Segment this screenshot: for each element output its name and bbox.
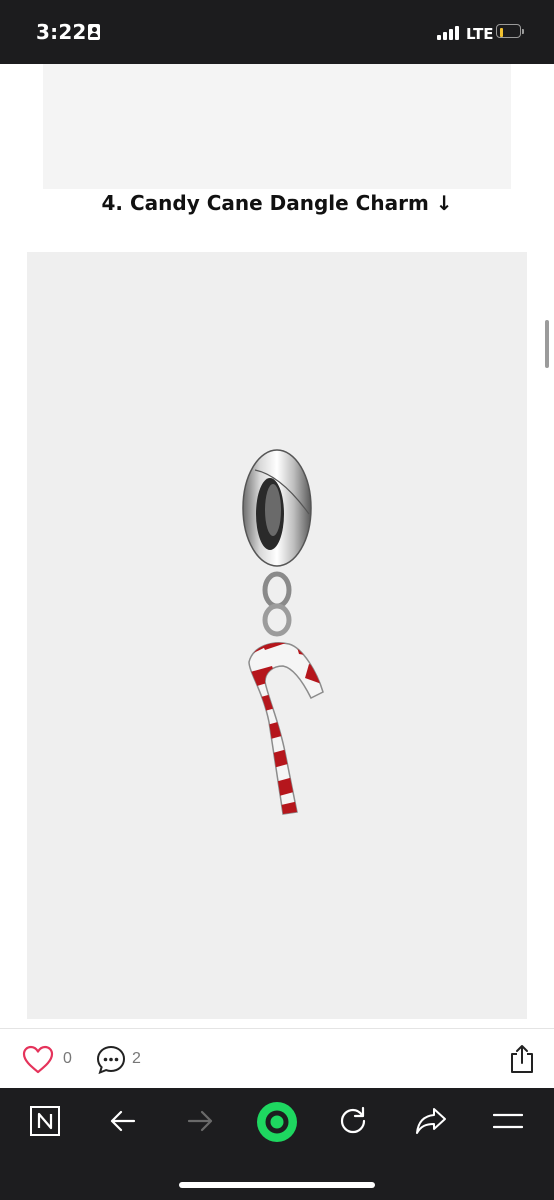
menu-icon[interactable] [493,1112,523,1130]
product-caption: 4. Candy Cane Dangle Charm ↓ [101,191,453,215]
scroll-indicator[interactable] [545,320,549,368]
forward-arrow-icon[interactable] [185,1106,215,1136]
share-icon[interactable] [509,1043,535,1075]
home-indicator [179,1182,375,1188]
product-image[interactable] [27,252,527,1019]
share-arrow-icon[interactable] [414,1106,448,1136]
candy-cane-charm-icon [242,449,324,815]
previous-product-image [43,64,511,189]
back-arrow-icon[interactable] [108,1106,138,1136]
green-circle-icon[interactable] [256,1101,298,1143]
naver-home-icon[interactable] [29,1105,61,1137]
network-type-label: LTE [466,25,494,43]
contact-card-icon [88,24,100,40]
like-count: 0 [63,1050,72,1067]
battery-icon [496,24,526,40]
status-time: 3:22 [36,20,87,44]
comment-count: 2 [132,1050,141,1067]
status-bar: 3:22 LTE [0,0,554,64]
refresh-icon[interactable] [338,1105,368,1137]
post-action-bar: 0 2 [0,1028,554,1089]
signal-icon [437,26,463,40]
heart-icon[interactable] [22,1045,54,1075]
comment-icon[interactable] [95,1044,127,1076]
